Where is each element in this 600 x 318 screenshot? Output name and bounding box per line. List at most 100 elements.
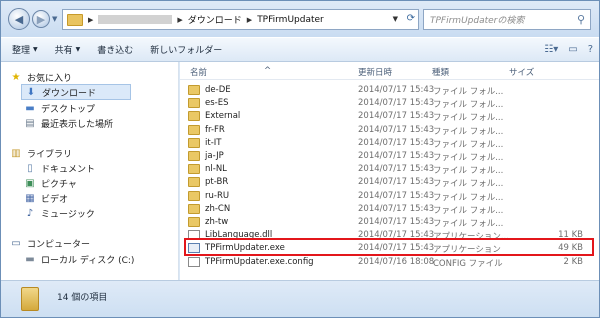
file-type: ファイル フォル... [433,126,504,137]
file-name: fr-FR [205,124,225,135]
new-folder-button[interactable]: 新しいフォルダー [150,43,222,56]
file-row[interactable]: fr-FR 2014/07/17 15:43 ファイル フォル... [188,124,593,137]
sidebar-item-label: デスクトップ [41,104,96,115]
preview-pane-icon[interactable]: ▭ [568,44,577,55]
sidebar-item-favorites[interactable]: ★ お気に入り [9,69,73,85]
forward-button[interactable]: ▶ [32,10,50,28]
sidebar-item-computer[interactable]: ▭ コンピューター [9,235,90,251]
recent-places-icon: ▤ [25,117,35,129]
file-type: ファイル フォル... [433,179,504,190]
sidebar-item-pictures[interactable]: ▣ ピクチャ [23,175,77,191]
share-button[interactable]: 共有 ▼ [55,43,81,56]
file-row[interactable]: it-IT 2014/07/17 15:43 ファイル フォル... [188,137,593,150]
highlight-box [184,238,594,256]
help-icon[interactable]: ? [588,44,593,55]
folder-icon [67,13,83,26]
desktop-icon: ▬ [25,102,35,114]
address-history-dropdown[interactable]: ▼ [393,15,398,23]
folder-icon [188,137,200,148]
sidebar-item-music[interactable]: ♪ ミュージック [23,205,95,221]
file-type: ファイル フォル... [433,205,504,216]
column-header-name[interactable]: 名前 [190,66,207,78]
sidebar-item-label: ライブラリ [27,149,73,160]
file-row[interactable]: zh-tw 2014/07/17 15:43 ファイル フォル... [188,216,593,229]
breadcrumb-current-folder[interactable]: TPFirmUpdater [257,15,324,25]
sidebar-item-label: ダウンロード [42,88,97,99]
file-type: ファイル フォル... [433,113,504,124]
file-row[interactable]: pt-BR 2014/07/17 15:43 ファイル フォル... [188,176,593,189]
sidebar-item-desktop[interactable]: ▬ デスクトップ [23,100,95,116]
file-type: ファイル フォル... [433,139,504,150]
file-size: 2 KB [563,256,583,267]
file-date: 2014/07/17 15:43 [358,151,435,161]
folder-icon [188,217,200,227]
navigation-bar: ◀ ▶ ▼ ▶ ▶ ダウンロード ▶ TPFirmUpdater ▼ ⟳ TPF… [1,1,599,37]
folder-icon [188,190,200,201]
breadcrumb-separator[interactable]: ▶ [88,16,93,24]
file-row[interactable]: es-ES 2014/07/17 15:43 ファイル フォル... [188,97,593,110]
file-row[interactable]: zh-CN 2014/07/17 15:43 ファイル フォル... [188,203,593,216]
back-button[interactable]: ◀ [8,8,30,30]
sidebar-item-videos[interactable]: ▦ ビデオ [23,190,68,206]
column-header-date[interactable]: 更新日時 [358,66,392,78]
file-type: CONFIG ファイル [433,258,503,269]
file-row[interactable]: ru-RU 2014/07/17 15:43 ファイル フォル... [188,190,593,203]
search-icon[interactable]: ⚲ [572,13,590,26]
sidebar-item-downloads[interactable]: ⬇ ダウンロード [21,84,131,100]
file-date: 2014/07/17 15:43 [358,111,435,122]
recent-pages-dropdown[interactable]: ▼ [52,15,57,23]
search-input[interactable]: TPFirmUpdaterの検索 [430,13,572,26]
videos-icon: ▦ [25,192,35,204]
chevron-down-icon: ▼ [33,46,38,53]
file-name: it-IT [205,137,222,148]
sidebar-item-label: ビデオ [41,194,69,205]
music-icon: ♪ [26,207,34,219]
sidebar-item-libraries[interactable]: ▥ ライブラリ [9,145,72,161]
breadcrumb-downloads[interactable]: ダウンロード [188,13,242,26]
back-arrow-icon: ◀ [14,12,24,26]
file-name: zh-CN [205,203,231,214]
file-name: TPFirmUpdater.exe.config [205,256,314,267]
breadcrumb-redacted[interactable] [98,15,173,24]
breadcrumb-separator[interactable]: ▶ [247,16,252,24]
documents-icon: ▯ [27,162,33,174]
burn-button[interactable]: 書き込む [97,43,133,56]
sidebar-item-label: ドキュメント [41,164,96,175]
address-bar[interactable]: ▶ ▶ ダウンロード ▶ TPFirmUpdater ▼ ⟳ [62,9,419,30]
folder-icon [188,177,200,188]
file-type: ファイル フォル... [433,192,504,203]
file-row[interactable]: nl-NL 2014/07/17 15:43 ファイル フォル... [188,163,593,176]
file-row[interactable]: ja-JP 2014/07/17 15:43 ファイル フォル... [188,150,593,163]
navigation-pane: ★ お気に入り ⬇ ダウンロード ▬ デスクトップ ▤ 最近表示した場所 ▥ ラ… [1,62,179,280]
sort-ascending-icon: ^ [264,66,272,76]
column-header-type[interactable]: 種類 [432,66,449,78]
organize-button[interactable]: 整理 ▼ [12,43,38,56]
breadcrumb-separator[interactable]: ▶ [177,16,182,24]
file-type: ファイル フォル... [433,87,504,97]
file-name: pt-BR [205,177,229,188]
burn-label: 書き込む [97,46,134,56]
file-date: 2014/07/17 15:43 [358,137,435,148]
file-row[interactable]: TPFirmUpdater.exe.config 2014/07/16 18:08… [188,256,593,269]
file-row[interactable]: External 2014/07/17 15:43 ファイル フォル... [188,110,593,123]
column-header-size[interactable]: サイズ [509,66,534,78]
folder-icon [188,164,200,175]
file-icon [188,256,200,267]
file-date: 2014/07/17 15:43 [358,190,435,201]
search-box[interactable]: TPFirmUpdaterの検索 ⚲ [423,9,591,30]
hard-disk-icon: ▬ [25,253,35,265]
sidebar-item-local-disk[interactable]: ▬ ローカル ディスク (C:) [23,251,134,267]
file-date: 2014/07/17 15:43 [358,98,435,109]
sidebar-item-label: ローカル ディスク (C:) [41,255,135,266]
file-date: 2014/07/17 15:43 [358,124,435,135]
file-row[interactable]: de-DE 2014/07/17 15:43 ファイル フォル... [188,84,593,97]
file-type: ファイル フォル... [433,100,504,111]
refresh-icon[interactable]: ⟳ [407,13,415,24]
sidebar-item-documents[interactable]: ▯ ドキュメント [23,160,95,176]
folder-icon [188,111,200,122]
library-icon: ▥ [11,147,21,159]
command-bar: 整理 ▼ 共有 ▼ 書き込む 新しいフォルダー ☷▾ ▭ ? [1,37,599,62]
sidebar-item-recent[interactable]: ▤ 最近表示した場所 [23,115,113,131]
view-options-icon[interactable]: ☷▾ [544,44,558,55]
folder-icon [188,98,200,109]
